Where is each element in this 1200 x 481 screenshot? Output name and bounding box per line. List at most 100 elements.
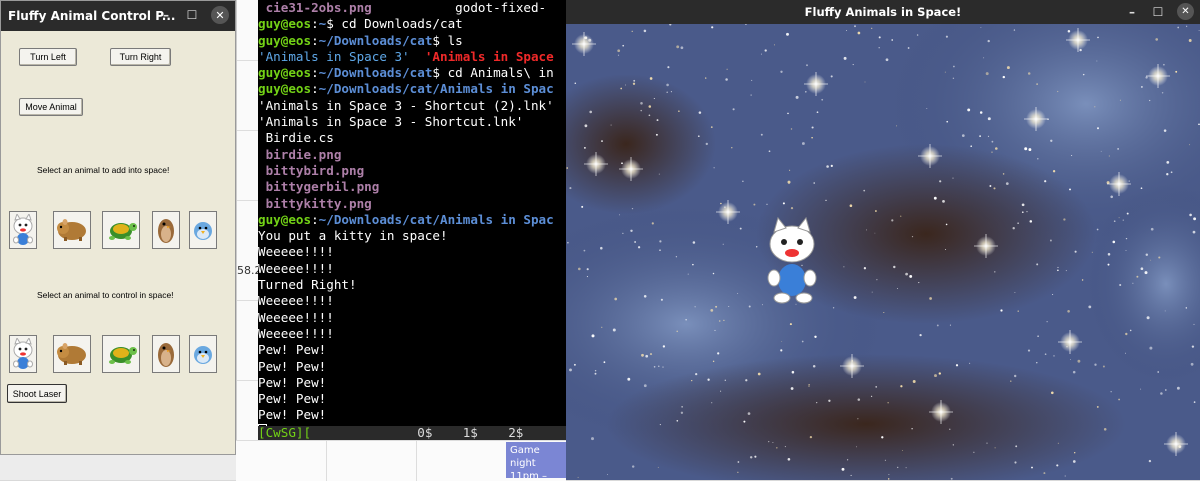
close-icon[interactable]: ✕ [1177,3,1194,20]
star [939,180,942,183]
star [900,215,902,217]
star [912,380,916,383]
star [1112,240,1116,244]
star [725,78,728,81]
star [1164,389,1167,391]
star [1017,222,1019,224]
space-canvas[interactable] [566,24,1200,480]
terminal-output: Weeeee!!!! [258,260,334,276]
star [854,25,856,28]
event-title: Game night [510,445,540,469]
star [710,309,714,312]
control-turtle-button[interactable] [102,335,140,373]
control-kitty-button[interactable] [9,335,37,373]
star [857,418,859,420]
star [600,246,603,250]
terminal-window[interactable]: cie31-2obs.png godot-fixed- guy@eos:~$ c… [258,0,566,440]
terminal-line: birdie.png [258,146,342,162]
add-gerbil-button[interactable] [53,211,91,249]
star [830,164,833,168]
star [1100,150,1102,152]
star [1056,464,1059,467]
star [694,306,696,308]
star [577,476,579,478]
add-kitty-button[interactable] [9,211,37,249]
star [983,57,985,59]
star [1013,29,1016,31]
star [881,436,884,439]
star [631,465,635,468]
star [653,97,655,100]
star [569,368,572,372]
add-animal-label: Select an animal to add into space! [37,165,170,175]
star [712,360,715,363]
star [714,329,716,331]
control-panel-window: Fluffy Animal Control P... – ☐ ✕ Turn Le… [0,0,236,455]
star [1002,75,1006,79]
star [1052,170,1056,173]
star [1125,332,1128,336]
space-game-window: Fluffy Animals in Space! – ☐ ✕ [566,0,1200,480]
star [1096,405,1099,408]
star [617,54,620,56]
control-gerbil-button[interactable] [53,335,91,373]
space-window-titlebar[interactable]: Fluffy Animals in Space! – ☐ ✕ [566,0,1200,24]
star [591,437,594,441]
terminal-output: Weeeee!!!! [258,309,334,325]
star [1072,370,1076,374]
star [640,102,643,105]
calendar-strip [236,0,259,480]
star [1128,180,1130,182]
star [871,27,873,29]
maximize-icon[interactable]: ☐ [185,8,199,22]
star [919,333,922,337]
star [1140,85,1143,88]
turn-right-button[interactable]: Turn Right [110,48,171,66]
star [612,328,616,332]
terminal-line: cie31-2obs.png godot-fixed- [265,0,547,15]
star [980,27,982,28]
close-icon[interactable]: ✕ [211,6,229,24]
star [780,349,783,352]
bittybird-icon [194,222,212,240]
move-animal-button[interactable]: Move Animal [19,98,83,116]
calendar-event[interactable]: Game night 11pm – 12am [506,442,566,478]
minimize-icon[interactable]: – [159,8,173,22]
star [896,287,899,290]
star [878,36,881,39]
star [787,112,789,115]
star [795,95,799,99]
terminal-line: Birdie.cs [258,130,334,146]
star [643,384,647,388]
add-turtle-button[interactable] [102,211,140,249]
star [843,56,847,60]
control-birdie-button[interactable] [152,335,180,373]
star [944,71,946,73]
star [718,320,721,322]
star [1144,271,1148,275]
star [726,68,728,70]
add-bittybird-button[interactable] [189,211,217,249]
star [1027,72,1031,75]
control-panel-titlebar[interactable]: Fluffy Animal Control P... – ☐ ✕ [1,1,235,31]
shoot-laser-button[interactable]: Shoot Laser [7,384,67,403]
star [967,108,971,112]
control-bittybird-button[interactable] [189,335,217,373]
terminal-line: guy@eos:~/Downloads/cat/Animals in Spac [258,211,554,227]
star [979,111,983,114]
star [933,196,937,200]
star [722,243,724,245]
star [591,334,595,338]
star [888,474,890,475]
star [1064,475,1066,477]
minimize-icon[interactable]: – [1125,5,1139,19]
add-birdie-button[interactable] [152,211,180,249]
star [876,279,878,281]
turn-left-button[interactable]: Turn Left [19,48,77,66]
maximize-icon[interactable]: ☐ [1151,5,1165,19]
star [753,203,756,206]
status-right: 0$ 1$ 2$ [417,425,524,440]
star [1037,335,1039,338]
star [1189,144,1191,146]
star [640,109,642,112]
